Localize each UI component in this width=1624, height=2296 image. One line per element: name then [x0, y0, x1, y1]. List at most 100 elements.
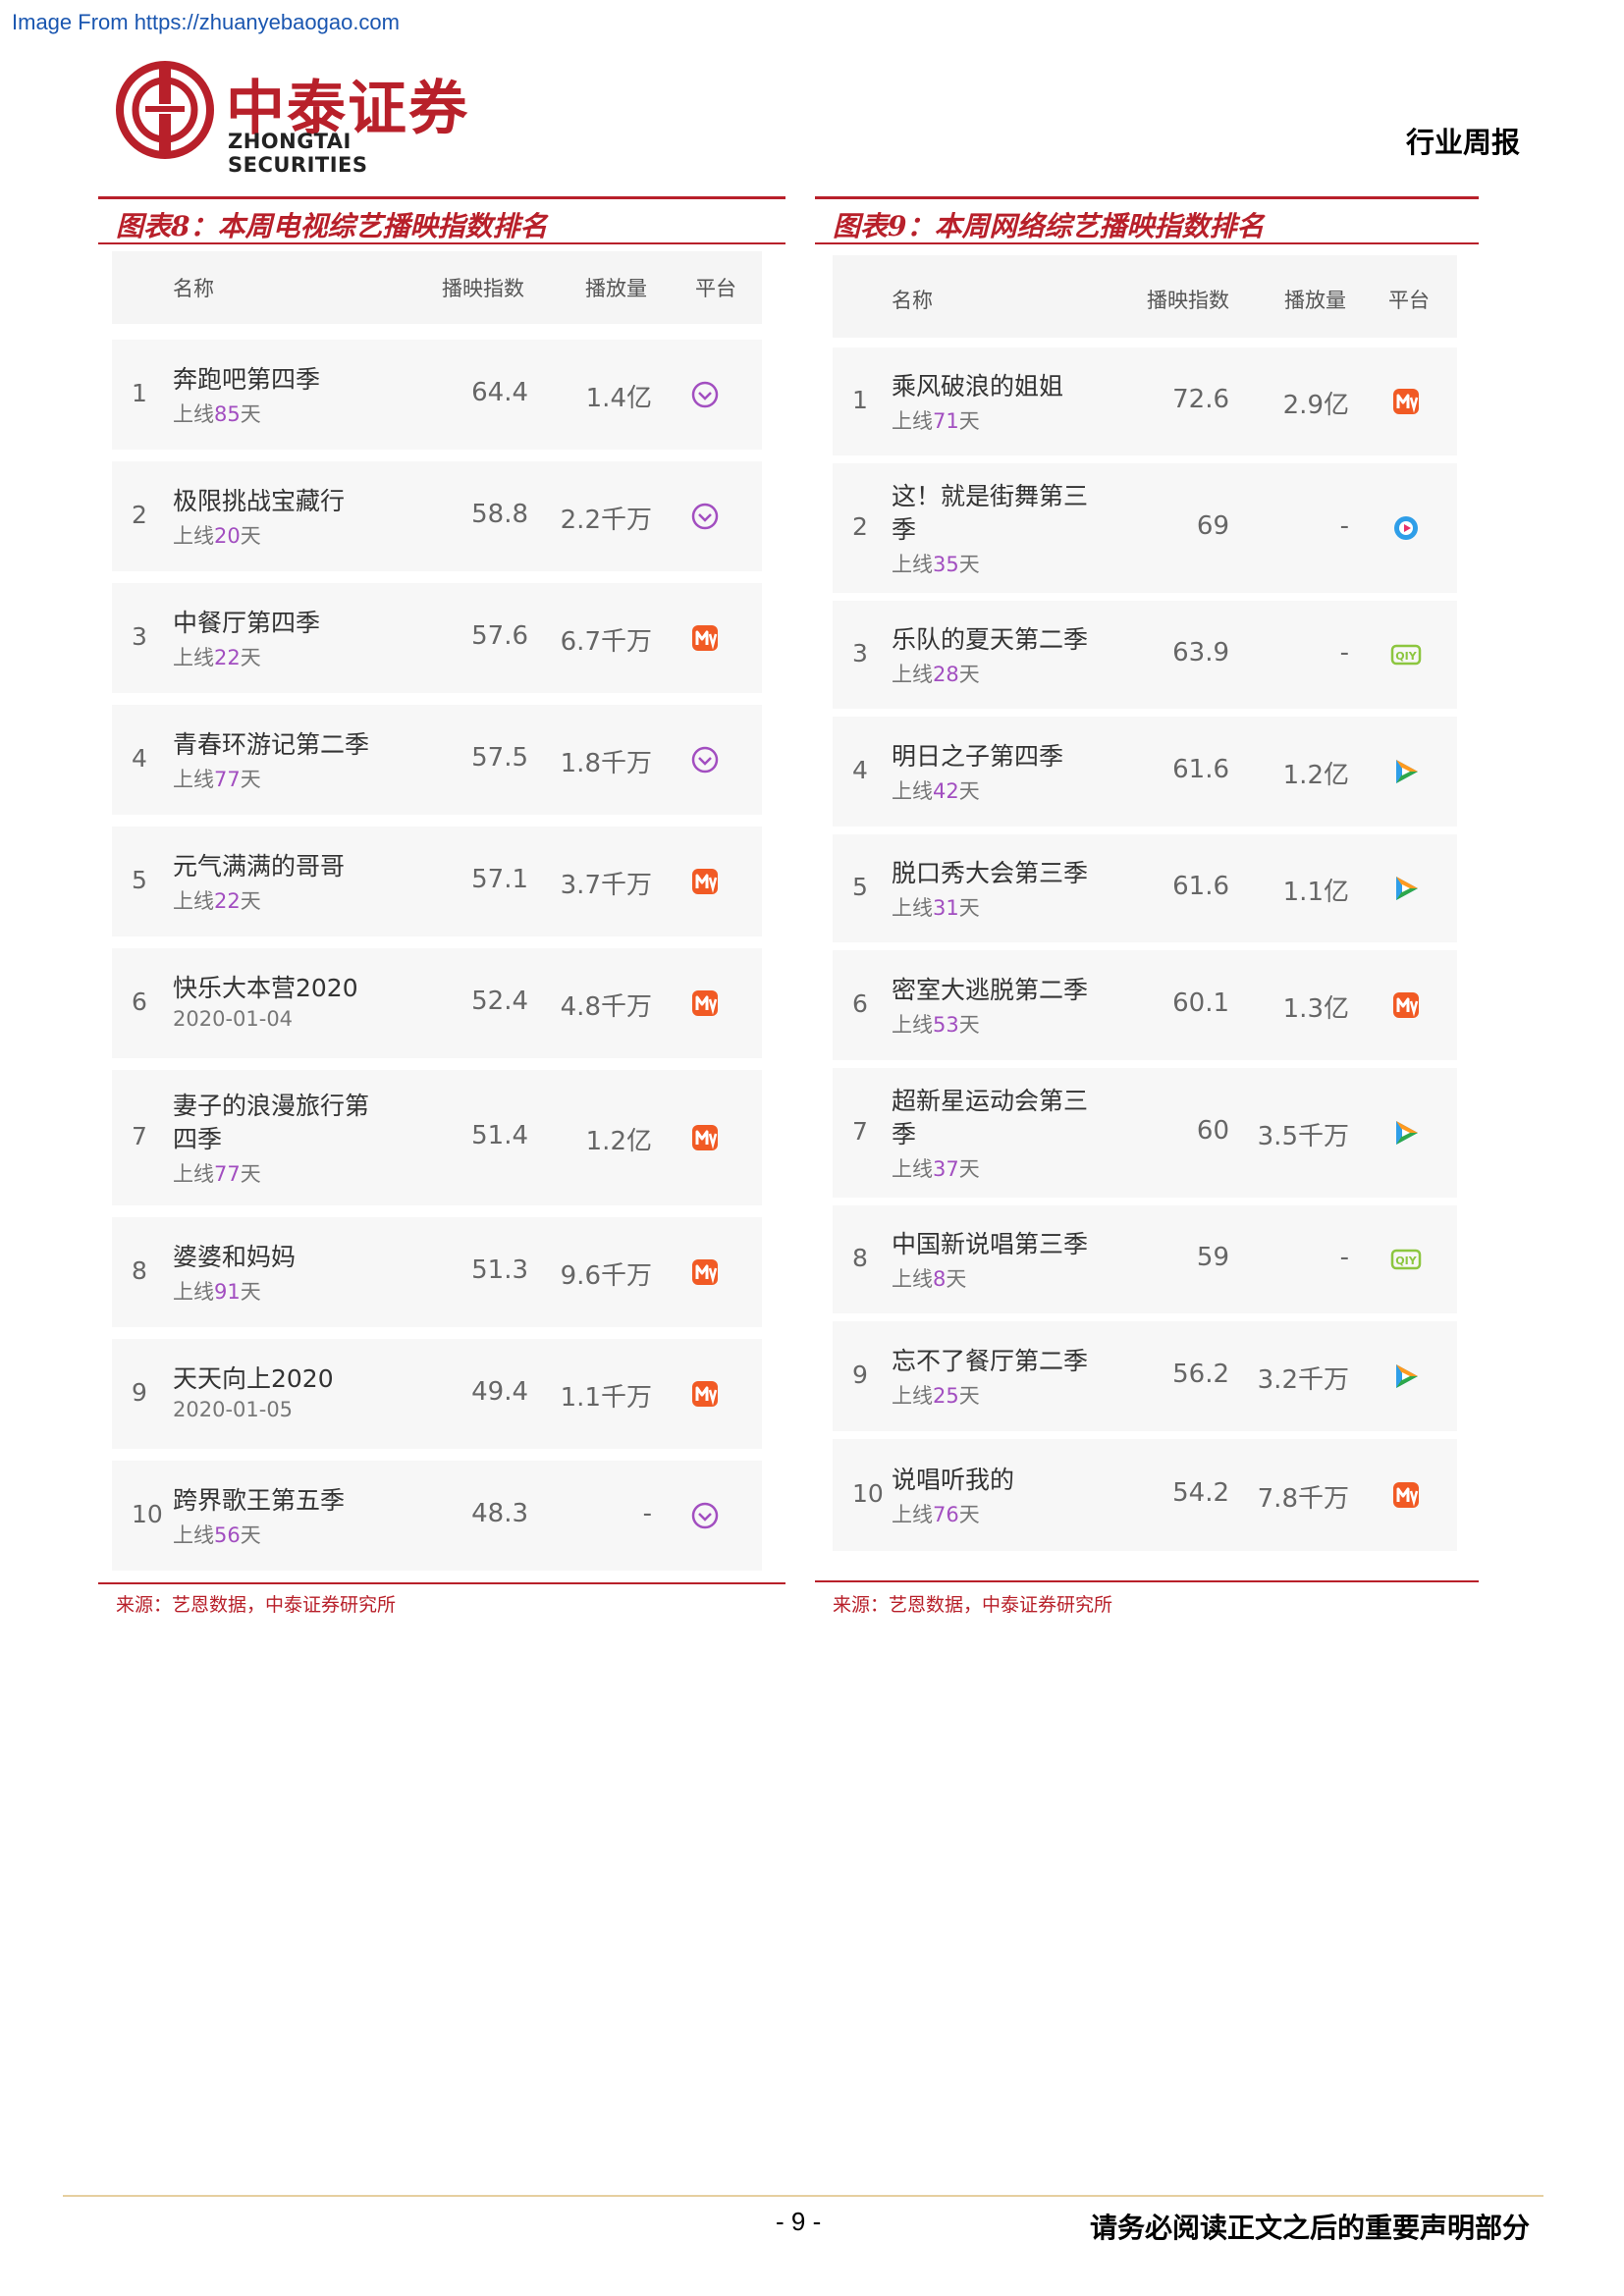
tencent-icon	[1390, 873, 1422, 904]
row-show-name: 青春环游记第二季	[173, 730, 370, 759]
air-days-count: 56	[214, 1523, 241, 1547]
row-show-name: 妻子的浪漫旅行第	[173, 1092, 370, 1120]
panel-bottom-rule	[815, 1580, 1479, 1582]
air-days-count: 91	[214, 1280, 241, 1304]
row-broadcast-index: 54.2	[1172, 1478, 1229, 1508]
row-view-count: 1.4亿	[585, 384, 652, 413]
row-air-info: 2020-01-05	[173, 1398, 293, 1421]
mango-icon	[1390, 1479, 1422, 1511]
panel-source: 来源：艺恩数据，中泰证券研究所	[116, 1594, 397, 1616]
disclaimer-notice: 请务必阅读正文之后的重要声明部分	[1089, 2212, 1530, 2244]
row-view-count: 1.2亿	[585, 1127, 652, 1156]
air-info-prefix: 上线	[892, 553, 933, 576]
air-days-count: 77	[214, 768, 241, 791]
air-info-suffix: 天	[240, 1162, 261, 1186]
row-air-info: 上线56天	[173, 1520, 261, 1549]
row-show-name: 脱口秀大会第三季	[892, 859, 1089, 887]
header-platform: 平台	[1388, 289, 1430, 312]
air-days-count: 37	[933, 1157, 959, 1181]
row-rank: 8	[852, 1244, 868, 1272]
header-index: 播映指数	[442, 277, 524, 300]
row-air-info: 上线76天	[892, 1499, 980, 1528]
row-broadcast-index: 57.5	[471, 743, 528, 773]
tencent-icon	[1390, 756, 1422, 787]
panel-title: 图表8：本周电视综艺播映指数排名	[116, 210, 548, 242]
footer-rule	[63, 2195, 1543, 2197]
row-air-info: 上线20天	[173, 520, 261, 550]
row-air-info: 上线77天	[173, 764, 261, 793]
air-info-suffix: 天	[958, 896, 980, 920]
header-views: 播放量	[585, 277, 647, 300]
row-air-info: 上线77天	[173, 1158, 261, 1188]
table-row: 9 天天向上2020 2020-01-05 49.4 1.1千万	[112, 1339, 762, 1449]
row-show-name: 极限挑战宝藏行	[173, 487, 346, 515]
air-days-count: 35	[933, 553, 959, 576]
air-days-count: 25	[933, 1384, 959, 1408]
air-info-suffix: 天	[958, 1384, 980, 1408]
table-row: 4 青春环游记第二季 上线77天 57.5 1.8千万	[112, 705, 762, 815]
row-show-name: 说唱听我的	[892, 1466, 1015, 1494]
row-air-info: 上线91天	[173, 1276, 261, 1306]
mango-icon	[1390, 386, 1422, 417]
row-show-name: 这！就是街舞第三	[892, 482, 1089, 510]
table-row: 2 极限挑战宝藏行 上线20天 58.8 2.2千万	[112, 461, 762, 571]
row-broadcast-index: 51.3	[471, 1255, 528, 1285]
row-rank: 5	[852, 873, 868, 901]
header-platform: 平台	[695, 277, 736, 300]
logo-english-name: ZHONGTAI SECURITIES	[228, 130, 368, 177]
row-view-count: 7.8千万	[1257, 1484, 1349, 1514]
row-rank: 1	[852, 386, 868, 414]
mango-icon	[689, 866, 721, 897]
air-info-prefix: 上线	[173, 402, 214, 426]
air-info-suffix: 天	[240, 524, 261, 548]
air-info-prefix: 上线	[173, 1162, 214, 1186]
row-broadcast-index: 61.6	[1172, 872, 1229, 901]
air-info-suffix: 天	[946, 1267, 967, 1291]
row-rank: 5	[132, 866, 147, 894]
air-days-count: 85	[214, 402, 241, 426]
row-broadcast-index: 57.6	[471, 621, 528, 651]
row-show-name: 奔跑吧第四季	[173, 365, 321, 394]
row-view-count: 3.7千万	[560, 871, 652, 900]
air-info-suffix: 天	[958, 663, 980, 686]
panel-bottom-rule	[98, 1582, 785, 1584]
row-broadcast-index: 59	[1196, 1243, 1229, 1272]
air-info-suffix: 天	[240, 646, 261, 669]
row-view-count: 1.3亿	[1282, 994, 1349, 1024]
row-air-info: 上线25天	[892, 1380, 980, 1410]
row-rank: 1	[132, 379, 147, 407]
mango-icon	[689, 622, 721, 654]
header-name: 名称	[892, 289, 933, 312]
row-view-count: -	[1339, 638, 1349, 667]
row-air-info: 上线53天	[892, 1009, 980, 1039]
row-show-name: 季	[892, 1120, 917, 1148]
row-show-name: 天天向上2020	[173, 1364, 334, 1393]
air-info-suffix: 天	[958, 1157, 980, 1181]
youku-icon	[689, 379, 721, 410]
row-broadcast-index: 64.4	[471, 378, 528, 407]
row-show-name: 跨界歌王第五季	[173, 1486, 346, 1515]
air-info-prefix: 上线	[173, 768, 214, 791]
panel-title-bar: 图表8：本周电视综艺播映指数排名	[98, 196, 785, 244]
air-info-suffix: 天	[958, 779, 980, 803]
air-info-suffix: 天	[240, 1523, 261, 1547]
table-header: 名称 播映指数 播放量 平台	[833, 255, 1457, 338]
row-rank: 6	[132, 988, 147, 1016]
row-rank: 9	[852, 1361, 868, 1389]
row-broadcast-index: 56.2	[1172, 1360, 1229, 1389]
row-rank: 2	[132, 501, 147, 529]
row-broadcast-index: 61.6	[1172, 755, 1229, 784]
iqiyi-icon: QIY	[1390, 639, 1422, 670]
row-rank: 10	[132, 1500, 163, 1528]
table-row: 1 奔跑吧第四季 上线85天 64.4 1.4亿	[112, 340, 762, 450]
row-show-name: 中餐厅第四季	[173, 609, 321, 637]
row-view-count: 9.6千万	[560, 1261, 652, 1291]
row-rank: 4	[852, 756, 868, 784]
row-broadcast-index: 60.1	[1172, 988, 1229, 1018]
row-view-count: 2.9亿	[1282, 391, 1349, 420]
row-broadcast-index: 51.4	[471, 1121, 528, 1150]
row-rank: 2	[852, 512, 868, 541]
air-days-count: 71	[933, 409, 959, 433]
row-rank: 7	[852, 1117, 868, 1146]
air-info-prefix: 上线	[173, 1280, 214, 1304]
